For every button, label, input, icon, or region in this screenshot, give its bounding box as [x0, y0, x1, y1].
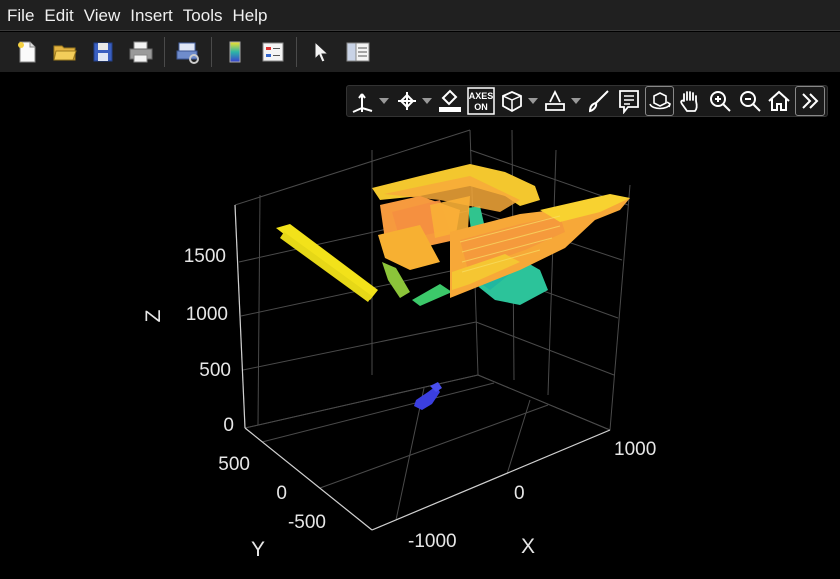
z-tick-label: 1500 — [184, 246, 226, 267]
z-tick-labels: 1500 1000 500 0 — [184, 246, 234, 436]
z-tick-label: 0 — [223, 415, 234, 436]
colorbar-icon[interactable] — [220, 37, 250, 67]
z-tick-label: 500 — [199, 360, 231, 381]
property-inspector-icon[interactable] — [343, 37, 373, 67]
toolbar-separator — [296, 37, 297, 67]
menu-tools[interactable]: Tools — [178, 0, 228, 31]
cluster-green — [382, 262, 452, 306]
y-tick-label: 500 — [218, 454, 250, 475]
menu-file[interactable]: File — [2, 0, 39, 31]
z-axis-label: Z — [142, 309, 165, 322]
menu-help[interactable]: Help — [227, 0, 272, 31]
x-tick-label: -1000 — [408, 531, 457, 552]
menu-edit[interactable]: Edit — [39, 0, 78, 31]
save-icon[interactable] — [88, 37, 118, 67]
x-axis-label: X — [521, 535, 535, 558]
figure-toolbar — [0, 32, 840, 72]
y-tick-label: -500 — [288, 512, 326, 533]
menu-insert[interactable]: Insert — [125, 0, 178, 31]
menu-view[interactable]: View — [79, 0, 126, 31]
toolbar-separator — [164, 37, 165, 67]
y-tick-label: 0 — [276, 483, 287, 504]
open-folder-icon[interactable] — [50, 37, 80, 67]
x-tick-label: 1000 — [614, 439, 656, 460]
toolbar-separator — [211, 37, 212, 67]
cluster-left-bar — [276, 224, 378, 302]
print-icon[interactable] — [126, 37, 156, 67]
point-cloud — [276, 164, 630, 410]
print-preview-icon[interactable] — [173, 37, 203, 67]
z-tick-label: 1000 — [186, 304, 228, 325]
y-tick-labels: 500 0 -500 — [218, 454, 326, 533]
x-tick-label: 0 — [514, 483, 525, 504]
pointer-icon[interactable] — [305, 37, 335, 67]
3d-scatter-plot[interactable]: 1500 1000 500 0 500 0 -500 -1000 0 1000 … — [0, 72, 840, 579]
new-file-icon[interactable] — [12, 37, 42, 67]
legend-icon[interactable] — [258, 37, 288, 67]
menu-bar: File Edit View Insert Tools Help — [0, 0, 840, 31]
y-axis-label: Y — [251, 538, 265, 561]
